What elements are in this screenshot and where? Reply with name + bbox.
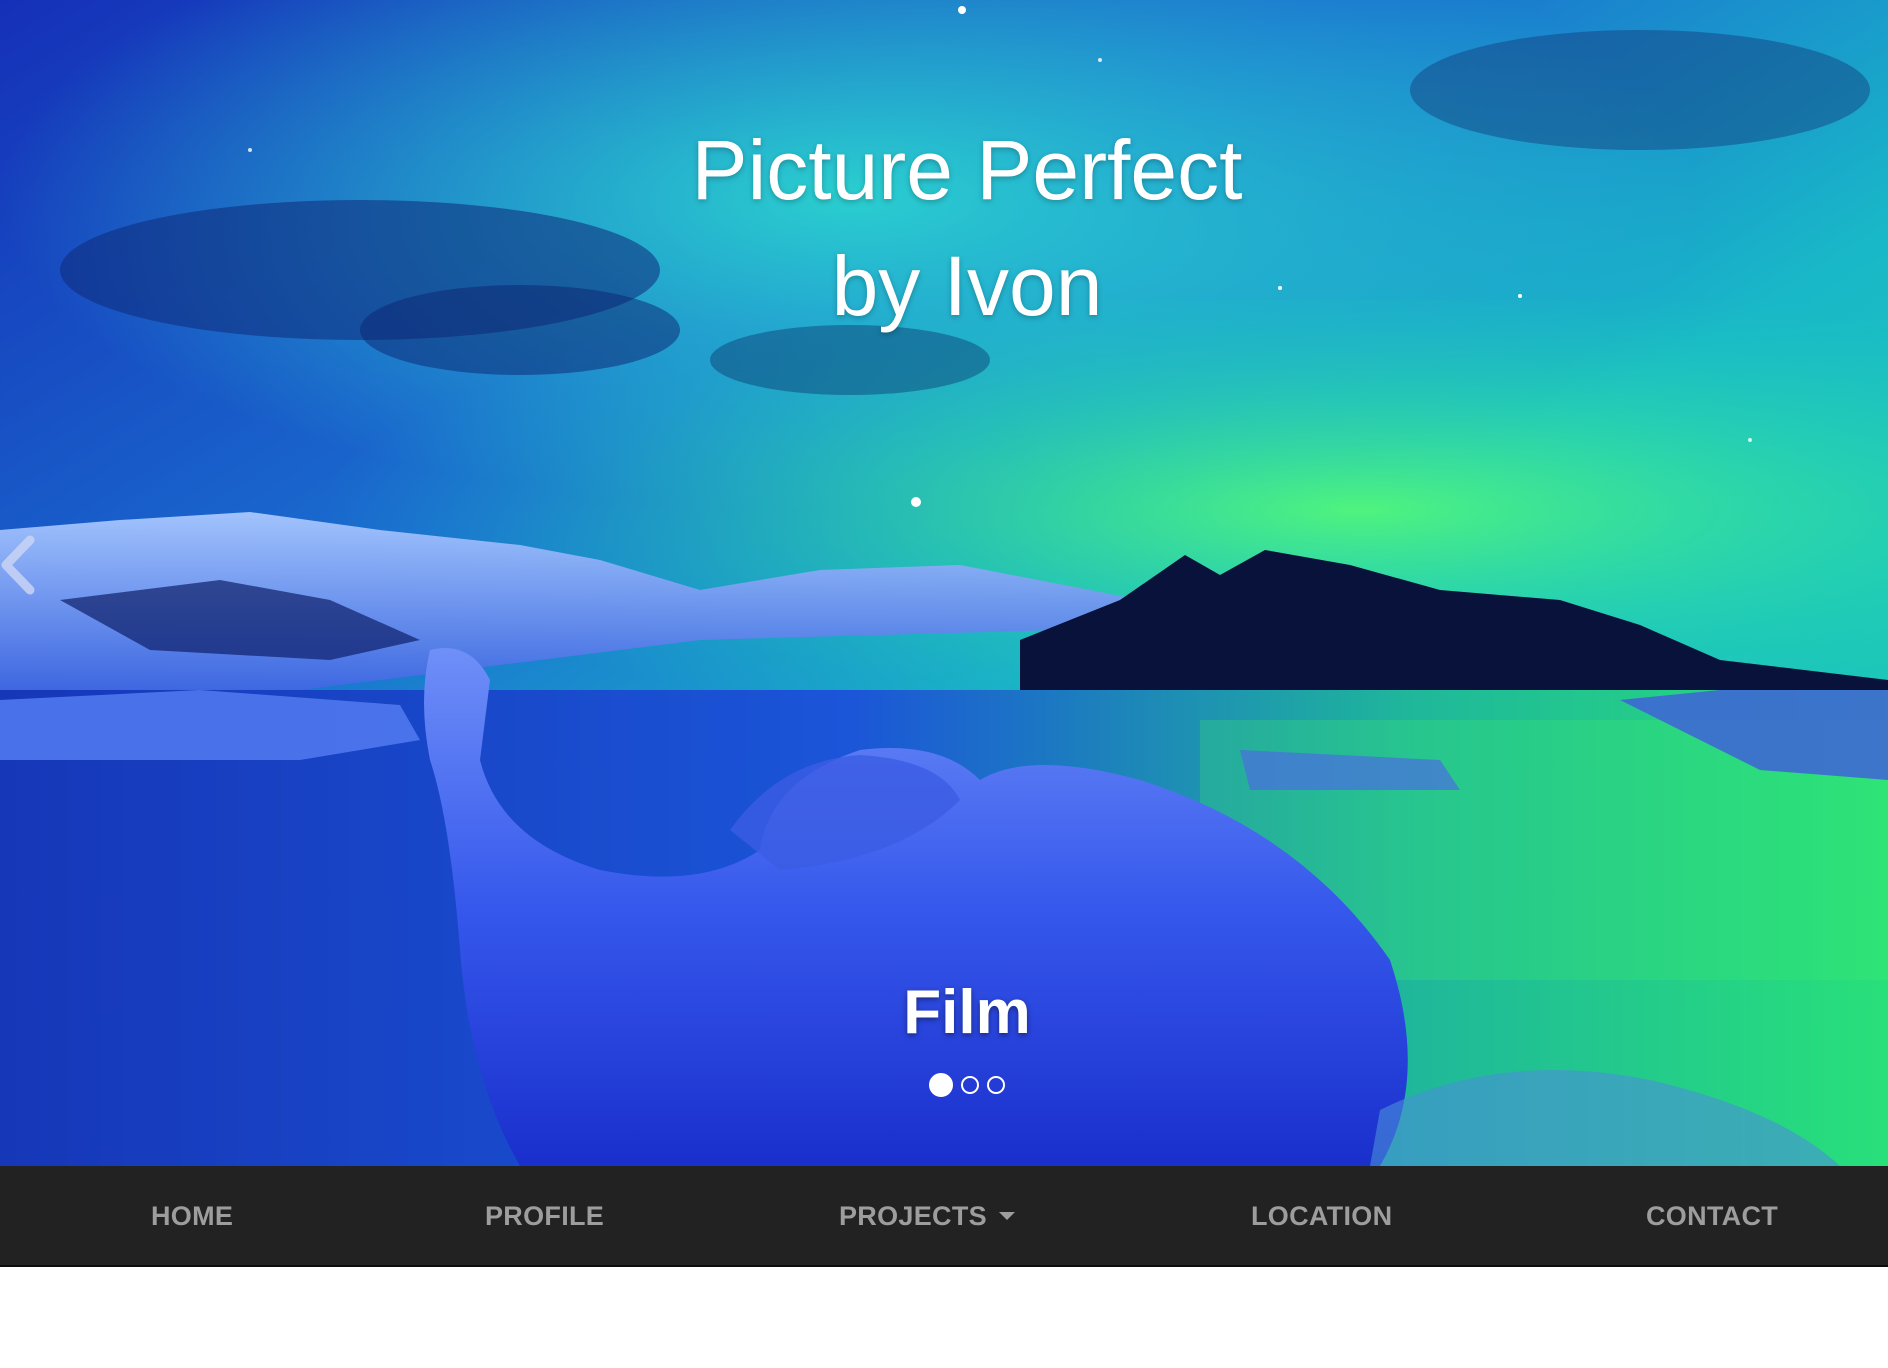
nav-contact[interactable]: CONTACT xyxy=(1646,1166,1778,1267)
hero-title: Picture Perfect by Ivon xyxy=(0,112,1888,344)
hero-carousel: Picture Perfect by Ivon Film xyxy=(0,0,1888,1166)
page-content-area xyxy=(0,1267,1888,1368)
carousel-indicator-3[interactable] xyxy=(987,1076,1005,1094)
carousel-indicator-1[interactable] xyxy=(929,1073,953,1097)
main-navbar: HOME PROFILE PROJECTS LOCATION CONTACT xyxy=(0,1166,1888,1267)
slide-caption: Film xyxy=(903,978,1031,1047)
caret-down-icon xyxy=(998,1211,1015,1220)
chevron-left-icon xyxy=(1,535,35,595)
carousel-indicators xyxy=(0,1072,1888,1098)
nav-location[interactable]: LOCATION xyxy=(1251,1166,1392,1267)
nav-projects-label: PROJECTS xyxy=(839,1201,987,1231)
nav-profile[interactable]: PROFILE xyxy=(485,1166,604,1267)
hero-title-line2: by Ivon xyxy=(831,239,1103,333)
carousel-indicator-2[interactable] xyxy=(961,1076,979,1094)
carousel-prev-button[interactable] xyxy=(0,530,40,600)
nav-projects[interactable]: PROJECTS xyxy=(839,1166,1015,1267)
nav-home[interactable]: HOME xyxy=(151,1166,233,1267)
hero-title-line1: Picture Perfect xyxy=(691,123,1243,217)
